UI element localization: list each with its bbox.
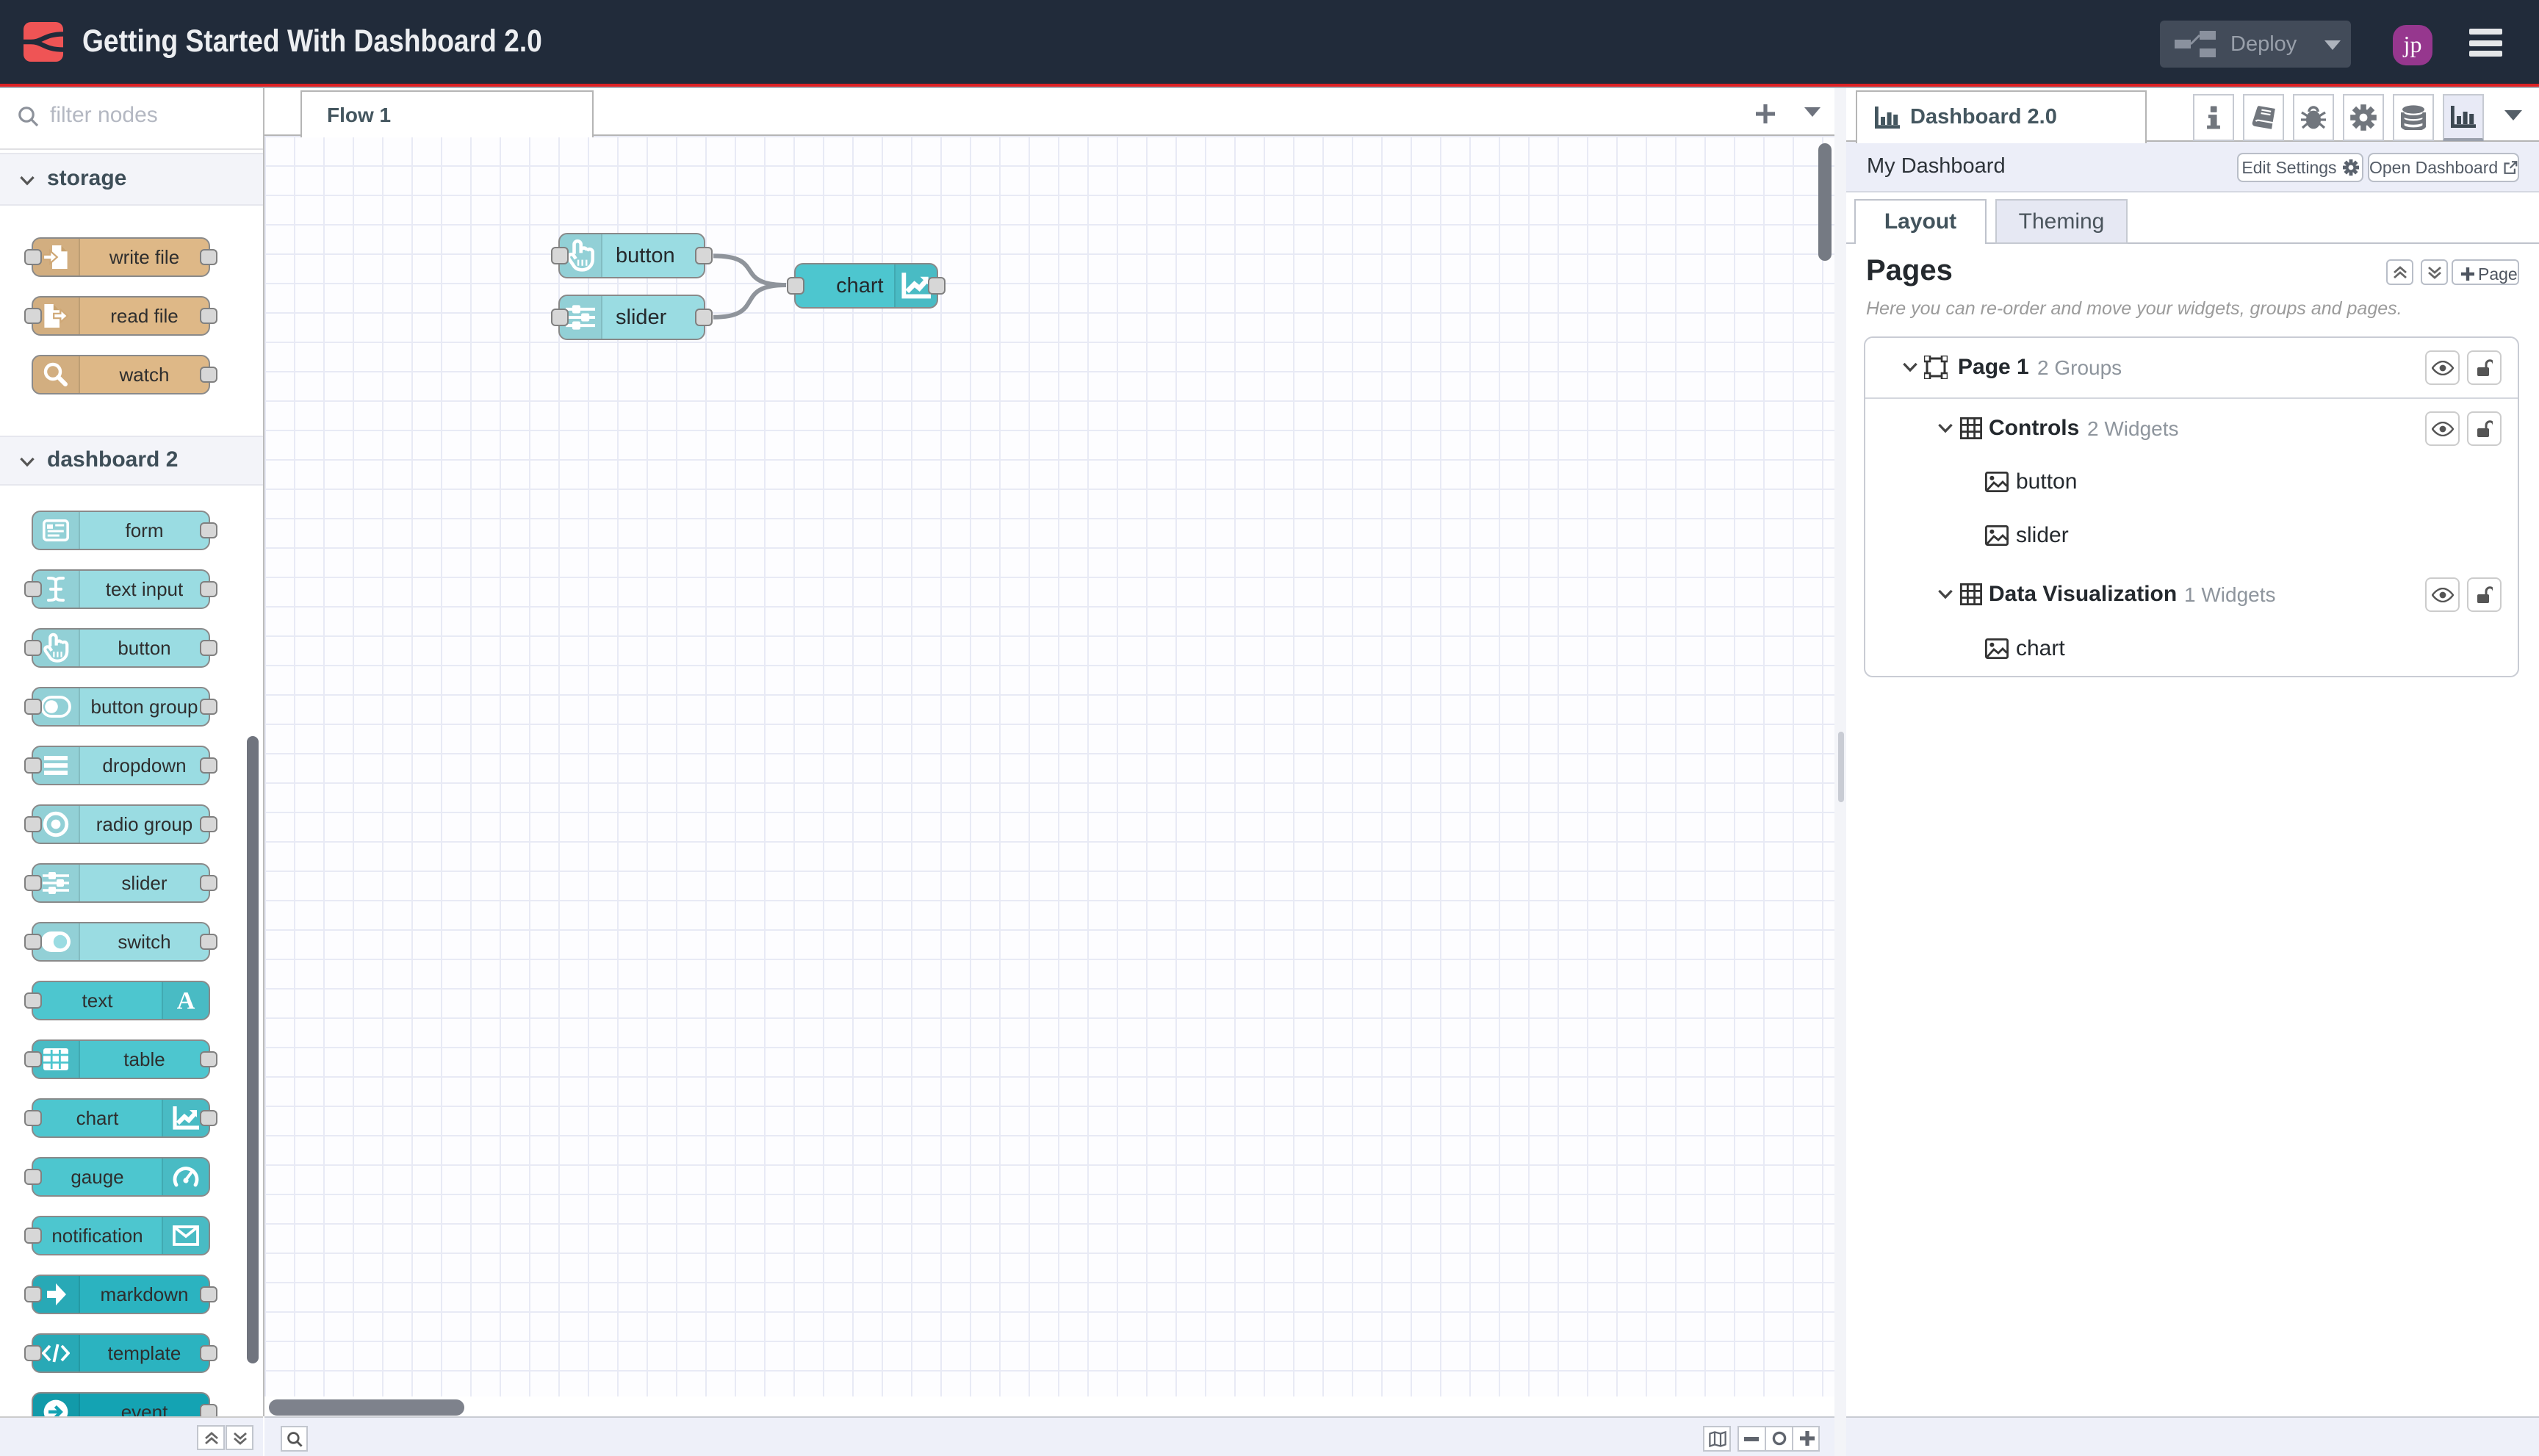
svg-text:A: A [177, 989, 195, 1012]
